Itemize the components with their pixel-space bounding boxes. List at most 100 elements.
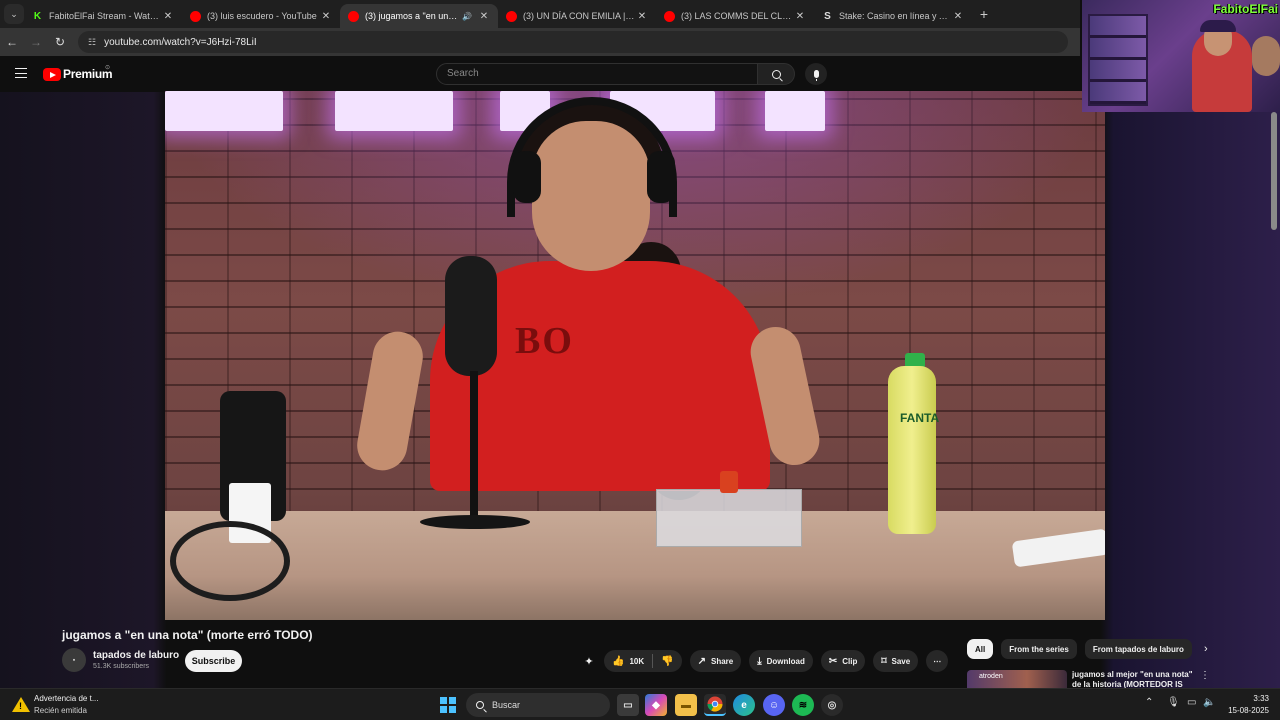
task-view-icon[interactable]: ▭ (617, 694, 639, 716)
channel-avatar[interactable]: ▪ (62, 648, 86, 672)
more-icon: ⋯ (933, 656, 942, 666)
tab-search-icon[interactable]: ⌄ (4, 4, 24, 24)
warning-icon[interactable] (12, 695, 30, 713)
browser-tab-strip: ⌄ K FabitoElFai Stream - Watch Live ✕ (3… (0, 0, 1080, 28)
search-icon (476, 701, 484, 709)
tab-emilia[interactable]: (3) UN DÍA CON EMILIA | ESTAD ✕ (498, 4, 656, 28)
copilot-icon[interactable]: ◆ (645, 694, 667, 716)
more-vertical-icon[interactable]: ⋮ (1200, 670, 1210, 681)
like-count[interactable]: 10K (629, 657, 644, 666)
video-actions: ✦ 👍 10K 👎 ↗ Share ⤓ Download ✂ Clip ⌑ Sa… (580, 650, 949, 672)
chevron-up-icon[interactable]: ⌃ (1145, 697, 1153, 708)
tab-label: (3) UN DÍA CON EMILIA | ESTAD (523, 11, 636, 21)
speaker-icon[interactable]: 🔊 (462, 12, 472, 21)
edge-icon[interactable]: e (733, 694, 755, 716)
address-bar[interactable]: ☷ youtube.com/watch?v=J6Hzi-78LiI (78, 31, 1068, 53)
save-button[interactable]: ⌑ Save (873, 650, 919, 672)
video-title: jugamos a "en una nota" (morte erró TODO… (62, 628, 313, 642)
neon-sign (765, 91, 825, 131)
chip-from-channel[interactable]: From tapados de laburo (1084, 639, 1192, 659)
recommendation-title[interactable]: jugamos al mejor "en una nota" de la his… (1072, 670, 1197, 688)
app-icon[interactable]: ◎ (821, 694, 843, 716)
mic-stand (470, 371, 478, 521)
microphone (445, 256, 497, 376)
guest-face (1252, 36, 1280, 76)
discord-icon[interactable]: ☺ (763, 694, 785, 716)
share-icon: ↗ (697, 655, 706, 667)
chip-all[interactable]: All (967, 639, 994, 659)
youtube-icon (664, 10, 675, 22)
chrome-logo (707, 696, 723, 712)
clock-time[interactable]: 3:33 (1243, 694, 1269, 703)
share-label: Share (710, 656, 734, 666)
bottle-label: FANTA (900, 411, 940, 425)
streamer-cap (1200, 20, 1236, 32)
chrome-icon[interactable] (704, 694, 726, 716)
soda-bottle (888, 366, 936, 534)
close-icon[interactable]: ✕ (794, 11, 806, 22)
subscribe-button[interactable]: Subscribe (185, 650, 242, 672)
notification-title[interactable]: Advertencia de t... (34, 694, 98, 703)
taskbar-search-label: Buscar (492, 700, 521, 710)
download-label: Download (766, 656, 805, 666)
search-input[interactable]: Search (436, 63, 758, 85)
sparkle-icon[interactable]: ✦ (580, 655, 598, 668)
clip-button[interactable]: ✂ Clip (820, 650, 866, 672)
recommendation-thumbnail[interactable]: atroden (967, 670, 1067, 688)
site-info-icon[interactable]: ☷ (88, 37, 96, 48)
table (165, 511, 1105, 620)
download-icon: ⤓ (757, 655, 762, 667)
mic-base (420, 515, 530, 529)
reload-icon[interactable]: ↻ (48, 35, 72, 49)
tab-stake[interactable]: S Stake: Casino en línea y Apuest ✕ (814, 4, 972, 28)
file-explorer-icon[interactable]: ▬ (675, 694, 697, 716)
tab-luis-escudero[interactable]: (3) luis escudero - YouTube ✕ (182, 4, 340, 28)
microphone-tray-icon[interactable]: 🎙 (1167, 697, 1180, 708)
close-icon[interactable]: ✕ (162, 11, 174, 22)
browser-toolbar: ← → ↻ ☷ youtube.com/watch?v=J6Hzi-78LiI (0, 28, 1080, 56)
region-icon: ⊙ (105, 65, 111, 71)
shelf (1088, 14, 1148, 106)
volume-icon[interactable]: 🔈 (1203, 697, 1215, 708)
chip-from-series[interactable]: From the series (1001, 639, 1077, 659)
clock-date[interactable]: 15-08-2025 (1219, 706, 1269, 715)
more-actions-button[interactable]: ⋯ (926, 650, 949, 672)
voice-search-button[interactable] (805, 63, 827, 85)
new-tab-button[interactable]: + (972, 6, 996, 22)
screen: ⌄ K FabitoElFai Stream - Watch Live ✕ (3… (0, 0, 1280, 720)
spotify-icon[interactable]: ≋ (792, 694, 814, 716)
channel-name[interactable]: tapados de laburo (93, 650, 179, 661)
tab-current-video[interactable]: (3) jugamos a "en una nota 🔊 ✕ (340, 4, 498, 28)
close-icon[interactable]: ✕ (952, 11, 964, 22)
back-arrow-icon[interactable]: ← (0, 35, 24, 49)
tab-kick-stream[interactable]: K FabitoElFai Stream - Watch Live ✕ (24, 4, 182, 28)
cable (170, 521, 290, 601)
chevron-right-icon[interactable]: › (1204, 643, 1208, 655)
youtube-icon (190, 10, 201, 22)
download-button[interactable]: ⤓ Download (749, 650, 813, 672)
network-icon[interactable]: ▭ (1187, 697, 1196, 708)
youtube-logo-icon[interactable] (43, 68, 61, 81)
close-icon[interactable]: ✕ (636, 11, 648, 22)
share-button[interactable]: ↗ Share (689, 650, 742, 672)
plastic-box (656, 489, 802, 547)
thumbs-down-icon[interactable]: 👎 (661, 656, 673, 667)
box-button (720, 471, 738, 493)
menu-icon[interactable] (15, 68, 27, 78)
tab-label: Stake: Casino en línea y Apuest (839, 11, 952, 21)
close-icon[interactable]: ✕ (320, 11, 332, 22)
clip-label: Clip (842, 656, 858, 666)
shirt-logo: BO (515, 320, 574, 362)
close-icon[interactable]: ✕ (478, 11, 490, 22)
thumbs-up-icon[interactable]: 👍 (612, 656, 624, 667)
filter-chips: All From the series From tapados de labu… (967, 638, 1208, 660)
search-button[interactable] (757, 63, 795, 85)
youtube-icon (348, 10, 359, 22)
forward-arrow-icon[interactable]: → (24, 35, 48, 49)
page-scrollbar[interactable] (1271, 112, 1277, 230)
windows-start-icon[interactable] (440, 697, 456, 713)
notification-subtitle: Recién emitida (34, 706, 87, 715)
video-player[interactable]: BO FANTA (165, 91, 1105, 620)
taskbar-search[interactable]: Buscar (466, 693, 610, 717)
tab-comms-clasico[interactable]: (3) LAS COMMS DEL CLÁSICO ✕ (656, 4, 814, 28)
